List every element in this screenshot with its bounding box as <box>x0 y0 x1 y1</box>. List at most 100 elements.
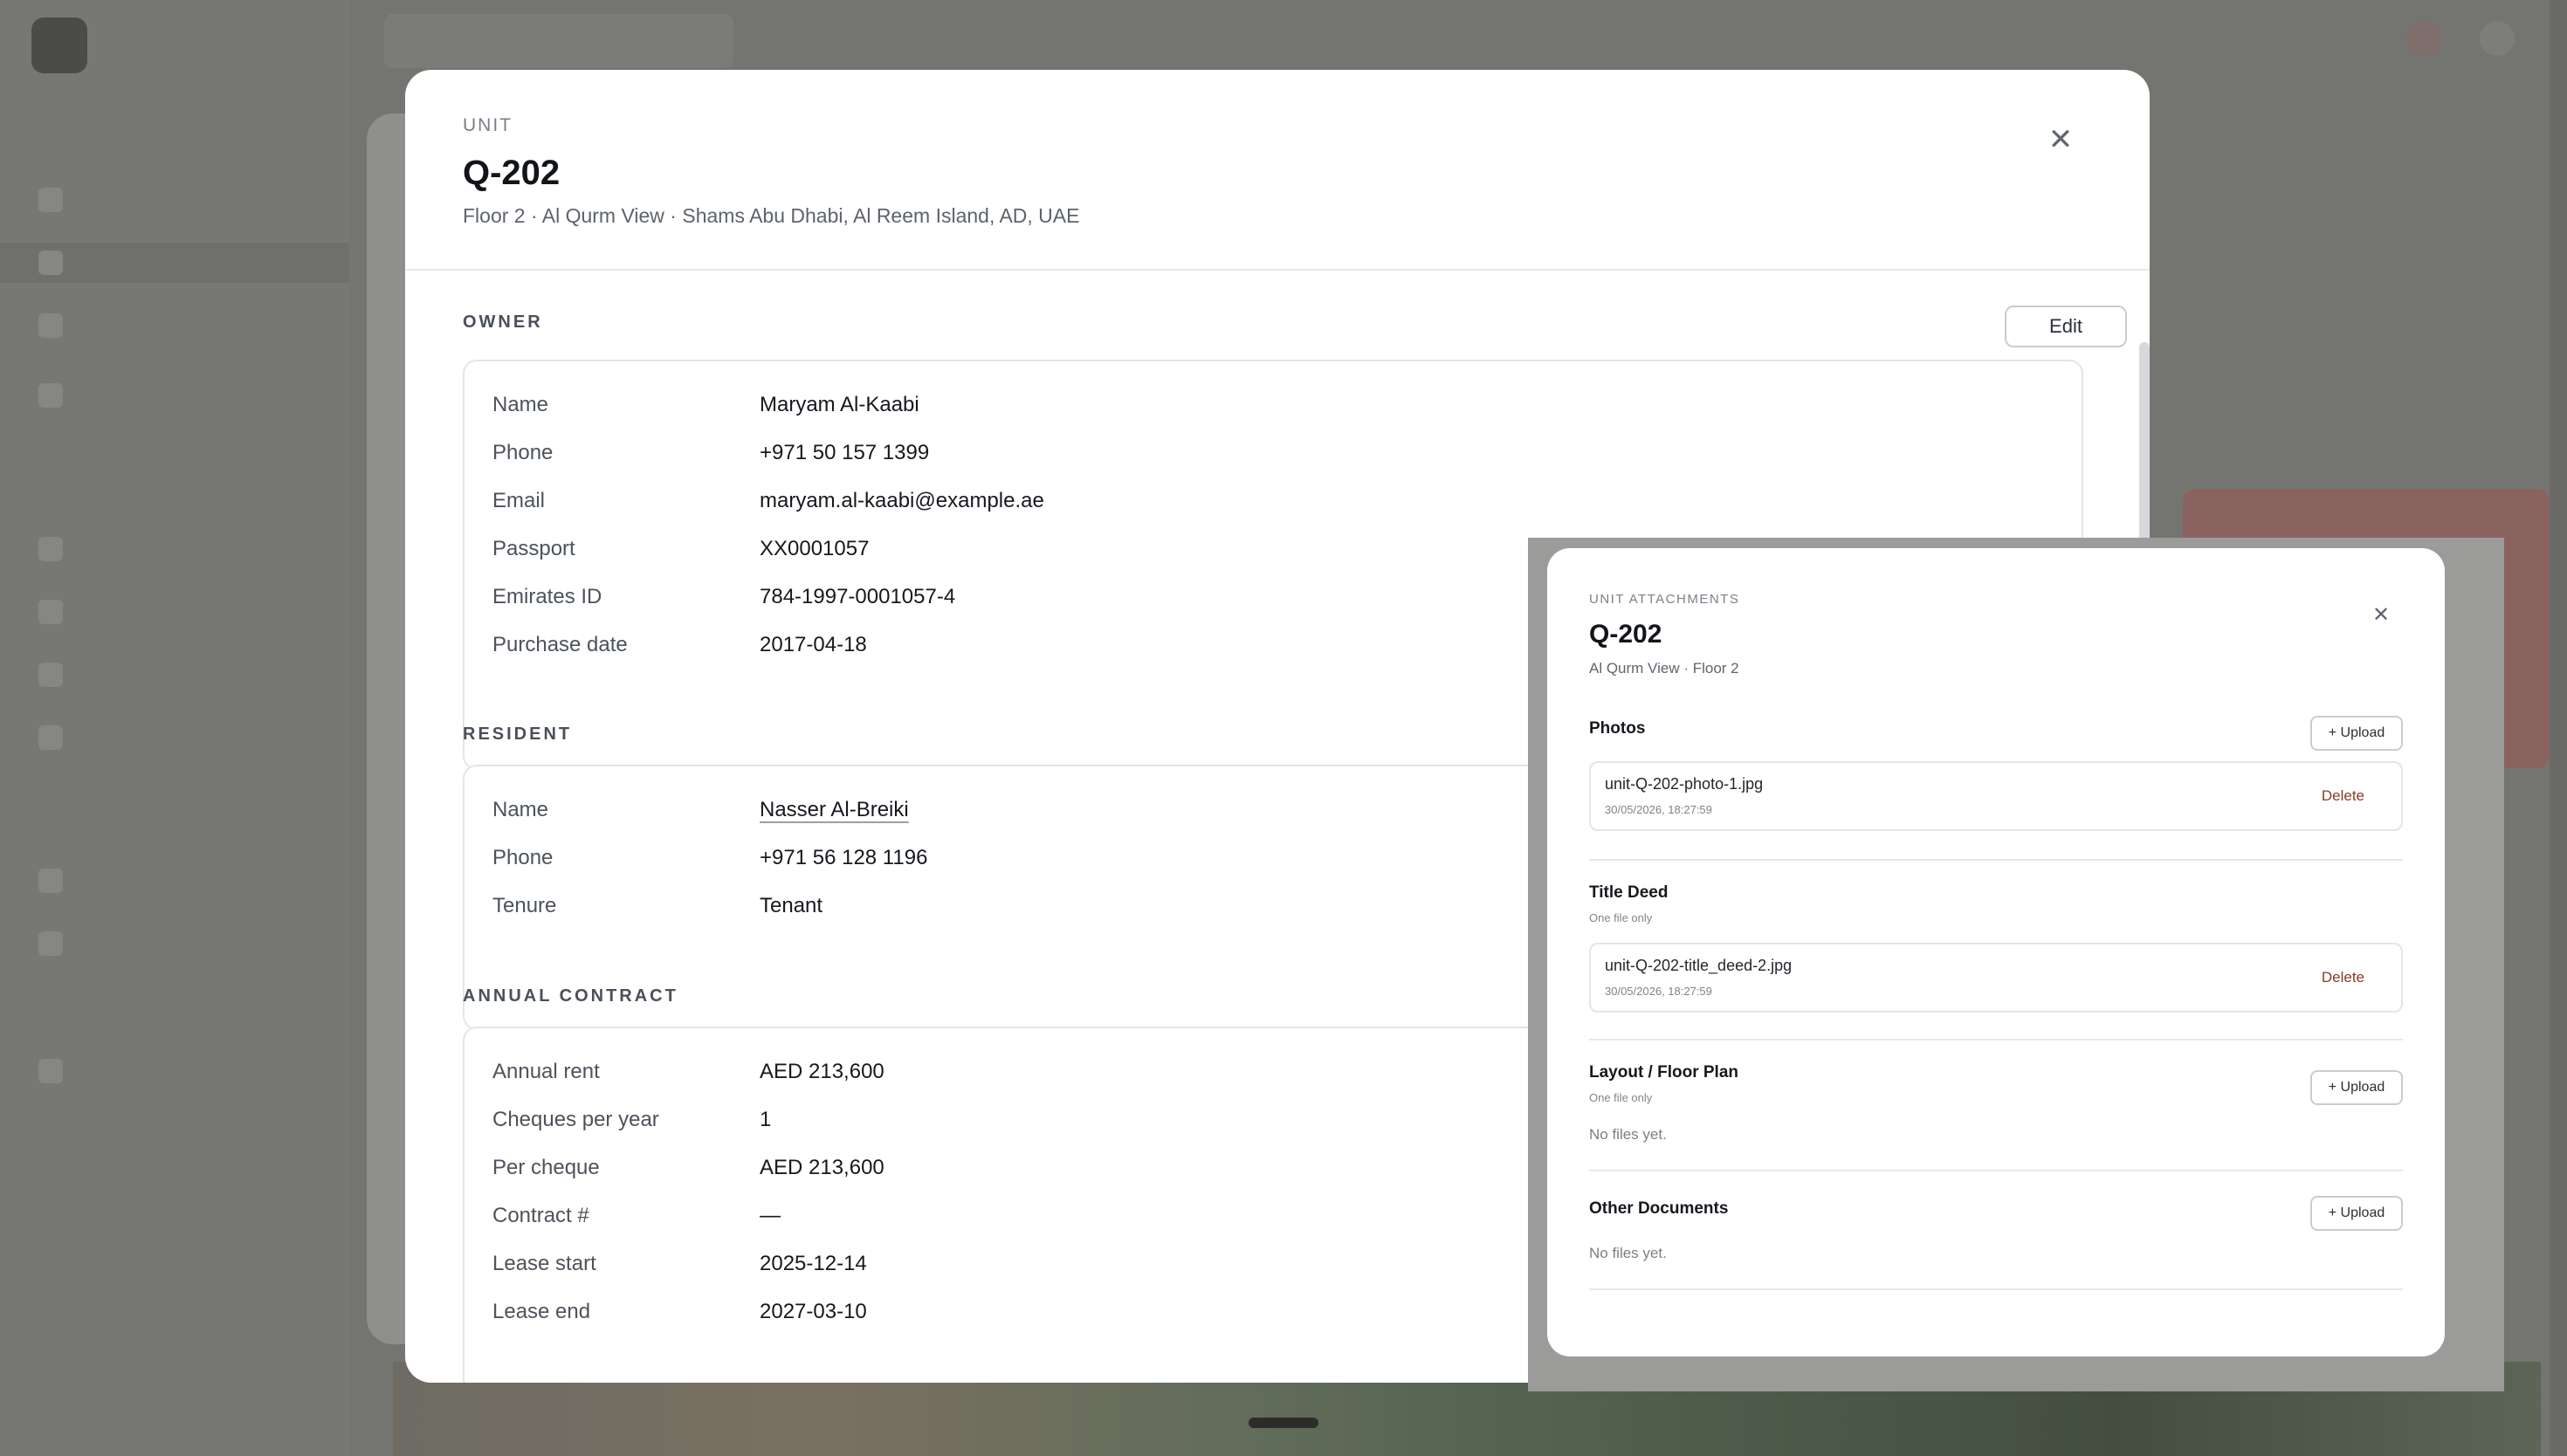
resident-section-label: RESIDENT <box>463 725 573 744</box>
photos-heading: Photos <box>1589 719 1646 738</box>
contract-row: Per cheque AED 213,600 <box>492 1156 884 1180</box>
sidebar-item[interactable] <box>38 180 318 220</box>
contract-section-label: ANNUAL CONTRACT <box>463 986 678 1006</box>
file-item: unit-Q-202-title_deed-2.jpg 30/05/2026, … <box>1589 943 2403 1013</box>
home-indicator[interactable] <box>1249 1418 1318 1428</box>
unit-subtitle: Floor 2 · Al Qurm View · Shams Abu Dhabi… <box>463 204 1080 227</box>
delete-button[interactable]: Delete <box>2322 969 2364 986</box>
field-value: 2025-12-14 <box>760 1252 867 1275</box>
sidebar-item[interactable] <box>38 306 318 346</box>
delete-button[interactable]: Delete <box>2322 787 2364 805</box>
avatar[interactable] <box>2480 21 2515 56</box>
field-label: Name <box>492 798 549 821</box>
title-deed-heading: Title Deed <box>1589 883 1669 902</box>
field-label: Phone <box>492 846 554 869</box>
field-label: Contract # <box>492 1204 589 1227</box>
field-value: XX0001057 <box>760 537 870 560</box>
close-icon[interactable]: ✕ <box>2043 122 2078 157</box>
top-search-bar[interactable] <box>384 14 733 68</box>
sidebar-item[interactable] <box>38 861 318 901</box>
attachments-modal: UNIT ATTACHMENTS Q-202 Al Qurm View · Fl… <box>1547 548 2445 1356</box>
logo <box>31 17 87 73</box>
field-label: Tenure <box>492 894 557 917</box>
file-date: 30/05/2026, 18:27:59 <box>1605 985 1712 998</box>
divider <box>1589 859 2403 861</box>
file-item: unit-Q-202-photo-1.jpg 30/05/2026, 18:27… <box>1589 761 2403 831</box>
sidebar-item[interactable] <box>38 375 318 416</box>
sidebar-item[interactable] <box>38 1051 318 1091</box>
field-value: 2027-03-10 <box>760 1300 867 1323</box>
field-label: Emirates ID <box>492 585 602 608</box>
field-value: 2017-04-18 <box>760 633 867 656</box>
sidebar-item[interactable] <box>38 655 318 695</box>
contract-row: Lease end 2027-03-10 <box>492 1300 867 1324</box>
sidebar-item[interactable] <box>38 924 318 964</box>
field-label: Phone <box>492 441 554 464</box>
owner-row: Email maryam.al-kaabi@example.ae <box>492 489 1044 513</box>
sidebar-item[interactable] <box>38 592 318 632</box>
owner-row: Phone +971 50 157 1399 <box>492 441 929 465</box>
owner-section-label: OWNER <box>463 312 543 332</box>
sidebar-item[interactable] <box>38 529 318 569</box>
field-value: +971 50 157 1399 <box>760 441 930 464</box>
sidebar-item[interactable] <box>38 718 318 758</box>
contract-row: Lease start 2025-12-14 <box>492 1252 867 1276</box>
floor-plan-upload-button[interactable]: + Upload <box>2310 1070 2403 1105</box>
field-value: maryam.al-kaabi@example.ae <box>760 489 1044 512</box>
contract-row: Annual rent AED 213,600 <box>492 1060 884 1084</box>
field-value: — <box>760 1204 781 1227</box>
field-label: Lease start <box>492 1252 596 1275</box>
modal-eyebrow: UNIT <box>463 115 513 135</box>
divider <box>1589 1170 2403 1171</box>
attachments-eyebrow: UNIT ATTACHMENTS <box>1589 592 1740 607</box>
resident-name-link[interactable]: Nasser Al-Breiki <box>760 798 909 822</box>
floor-plan-heading: Layout / Floor Plan <box>1589 1063 1739 1082</box>
resident-row: Tenure Tenant <box>492 894 822 918</box>
field-value: AED 213,600 <box>760 1060 884 1083</box>
field-value: 1 <box>760 1108 772 1131</box>
owner-row: Name Maryam Al-Kaabi <box>492 393 919 417</box>
page-scrollbar[interactable] <box>2550 0 2567 1456</box>
photos-upload-button[interactable]: + Upload <box>2310 716 2403 751</box>
field-value: +971 56 128 1196 <box>760 846 928 869</box>
other-documents-upload-button[interactable]: + Upload <box>2310 1196 2403 1231</box>
field-label: Annual rent <box>492 1060 600 1083</box>
owner-row: Emirates ID 784-1997-0001057-4 <box>492 585 955 609</box>
divider <box>1589 1288 2403 1290</box>
contract-row: Contract # — <box>492 1204 781 1228</box>
close-icon[interactable]: ✕ <box>2368 602 2394 628</box>
owner-row: Purchase date 2017-04-18 <box>492 633 867 657</box>
unit-title: Q-202 <box>463 154 561 192</box>
empty-state: No files yet. <box>1589 1126 1667 1143</box>
field-label: Name <box>492 393 549 416</box>
one-file-note: One file only <box>1589 1091 1653 1104</box>
field-value: AED 213,600 <box>760 1156 884 1179</box>
owner-row: Passport XX0001057 <box>492 537 869 561</box>
divider <box>1589 1039 2403 1040</box>
field-label: Cheques per year <box>492 1108 659 1131</box>
resident-row: Phone +971 56 128 1196 <box>492 846 927 870</box>
other-documents-heading: Other Documents <box>1589 1199 1729 1218</box>
sidebar <box>0 0 349 1456</box>
field-value: 784-1997-0001057-4 <box>760 585 956 608</box>
attachments-subtitle: Al Qurm View · Floor 2 <box>1589 660 1739 676</box>
file-name: unit-Q-202-title_deed-2.jpg <box>1605 957 1793 974</box>
sidebar-item-active[interactable] <box>0 243 349 283</box>
contract-row: Cheques per year 1 <box>492 1108 771 1132</box>
empty-state: No files yet. <box>1589 1245 1667 1261</box>
file-date: 30/05/2026, 18:27:59 <box>1605 803 1712 816</box>
field-label: Passport <box>492 537 575 560</box>
file-name: unit-Q-202-photo-1.jpg <box>1605 775 1764 793</box>
notification-icon[interactable] <box>2406 21 2441 56</box>
edit-button[interactable]: Edit <box>2005 306 2127 347</box>
field-value: Tenant <box>760 894 823 917</box>
resident-row: Name Nasser Al-Breiki <box>492 798 909 822</box>
field-label: Purchase date <box>492 633 628 656</box>
one-file-note: One file only <box>1589 911 1653 924</box>
attachments-title: Q-202 <box>1589 620 1662 649</box>
field-value: Maryam Al-Kaabi <box>760 393 919 416</box>
field-label: Email <box>492 489 546 512</box>
modal-header: UNIT Q-202 Floor 2 · Al Qurm View · Sham… <box>405 70 2150 271</box>
field-label: Lease end <box>492 1300 591 1323</box>
field-label: Per cheque <box>492 1156 600 1179</box>
